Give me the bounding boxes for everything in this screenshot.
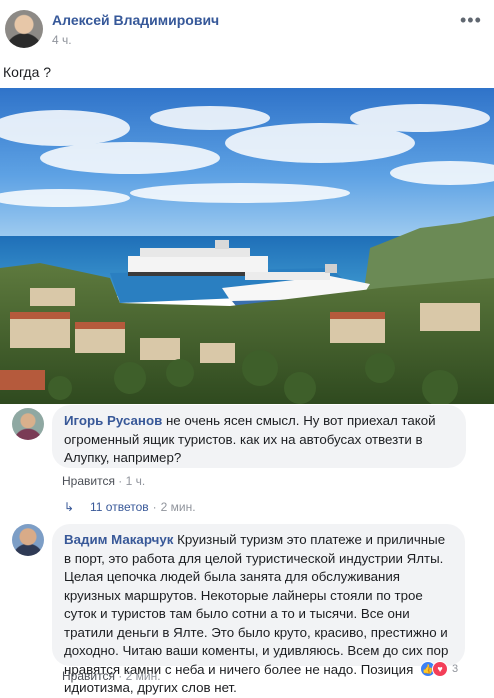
- author-name[interactable]: Алексей Владимирович: [52, 12, 219, 28]
- more-horizontal-icon[interactable]: •••: [460, 11, 481, 29]
- reaction-summary[interactable]: 👍 ♥ 3: [420, 661, 458, 677]
- post-timestamp[interactable]: 4 ч.: [52, 33, 72, 47]
- comment-actions: Нравится · 2 мин.: [62, 669, 161, 683]
- view-replies-link[interactable]: ↳ 11 ответов · 2 мин.: [64, 500, 196, 514]
- post-photo[interactable]: [0, 88, 494, 404]
- comment-actions: Нравится · 1 ч.: [62, 474, 145, 488]
- commenter-avatar[interactable]: [12, 408, 44, 440]
- separator-dot: ·: [152, 500, 157, 514]
- like-link[interactable]: Нравится: [62, 669, 115, 683]
- comment-bubble: Игорь Русанов не очень ясен смысл. Ну во…: [52, 405, 466, 468]
- comment-timestamp[interactable]: 2 мин.: [126, 669, 161, 683]
- reaction-count: 3: [452, 663, 459, 675]
- replies-count[interactable]: 11 ответов: [90, 500, 149, 514]
- separator-dot: ·: [118, 669, 123, 683]
- post-header: Алексей Владимирович 4 ч. •••: [0, 0, 494, 60]
- comment-timestamp[interactable]: 1 ч.: [126, 474, 146, 488]
- separator-dot: ·: [118, 474, 123, 488]
- post-text: Когда ?: [3, 64, 52, 80]
- author-avatar[interactable]: [5, 10, 43, 48]
- like-link[interactable]: Нравится: [62, 474, 115, 488]
- reply-arrow-icon: ↳: [64, 500, 75, 514]
- comment-bubble: Вадим Макарчук Круизный туризм это плате…: [52, 524, 465, 695]
- commenter-avatar[interactable]: [12, 524, 44, 556]
- love-reaction-icon: ♥: [432, 661, 448, 677]
- commenter-name[interactable]: Вадим Макарчук: [64, 532, 173, 547]
- replies-timestamp: 2 мин.: [160, 500, 196, 514]
- commenter-name[interactable]: Игорь Русанов: [64, 413, 162, 428]
